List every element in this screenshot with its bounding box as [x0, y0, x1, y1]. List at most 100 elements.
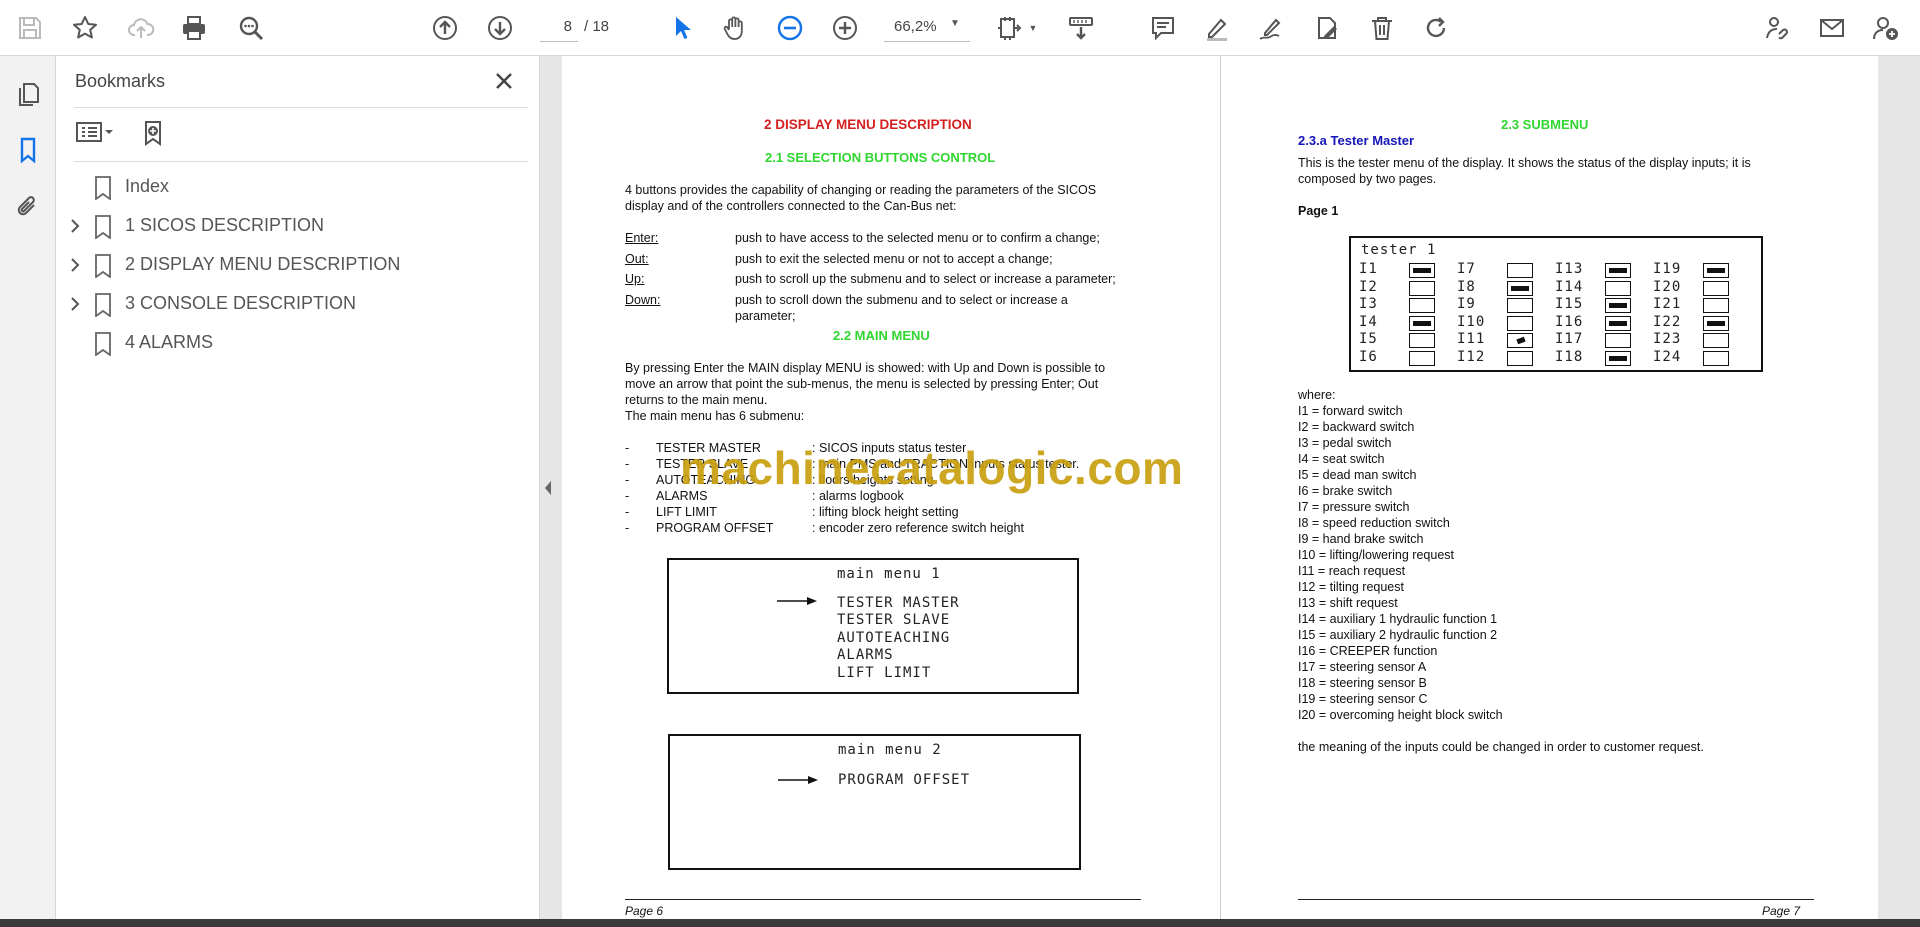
zoom-in-icon[interactable]: [828, 11, 862, 45]
select-cursor-icon[interactable]: [664, 11, 698, 45]
tester-input-label: I16: [1555, 313, 1584, 330]
chevron-right-icon[interactable]: [68, 218, 82, 234]
paragraph-line: move an arrow that point the sub-menus, …: [625, 377, 1099, 391]
list-dash: -: [625, 457, 630, 471]
star-icon[interactable]: [68, 11, 102, 45]
tester-input-state: [1507, 263, 1533, 278]
paragraph-line: display and of the controllers connected…: [625, 199, 957, 213]
hand-tool-icon[interactable]: [718, 11, 752, 45]
email-icon[interactable]: [1815, 11, 1849, 45]
find-icon[interactable]: [234, 11, 268, 45]
input-definition: I12 = tilting request: [1298, 580, 1404, 594]
menu-item: ALARMS: [837, 647, 894, 663]
bookmark-icon: [95, 176, 111, 200]
note-text: the meaning of the inputs could be chang…: [1298, 740, 1704, 754]
list-dash: -: [625, 505, 630, 519]
save-icon[interactable]: [13, 11, 47, 45]
submenu-desc: : encoder zero reference switch height: [812, 521, 1024, 535]
button-key: Out:: [625, 252, 649, 266]
section-heading: 2.3 SUBMENU: [1501, 117, 1589, 132]
button-key: Enter:: [625, 231, 659, 245]
bookmark-item-sicos-description[interactable]: 1 SICOS DESCRIPTION: [56, 210, 540, 242]
bookmark-item-console-description[interactable]: 3 CONSOLE DESCRIPTION: [56, 288, 540, 320]
delete-icon[interactable]: [1365, 11, 1399, 45]
input-definition: I13 = shift request: [1298, 596, 1398, 610]
button-desc-cont: parameter;: [735, 309, 796, 323]
chevron-right-icon[interactable]: [68, 257, 82, 273]
previous-page-icon[interactable]: [428, 11, 462, 45]
page-number-input[interactable]: 8: [540, 12, 578, 42]
main-menu-1-display: main menu 1 TESTER MASTER TESTER SLAVE A…: [667, 558, 1079, 694]
watermark-text: machinecatalogic.com: [680, 442, 1184, 494]
add-user-icon[interactable]: [1869, 11, 1903, 45]
tester-title: tester 1: [1361, 242, 1437, 258]
button-key: Down:: [625, 293, 661, 307]
print-icon[interactable]: [177, 11, 211, 45]
bookmark-item-alarms[interactable]: 4 ALARMS: [56, 327, 540, 359]
attachment-icon[interactable]: [10, 188, 46, 224]
tester-input-label: I14: [1555, 278, 1584, 295]
input-definition: I14 = auxiliary 1 hydraulic function 1: [1298, 612, 1498, 626]
bookmark-label: Index: [125, 176, 170, 196]
input-definition: I17 = steering sensor A: [1298, 660, 1427, 674]
tester-input-label: I8: [1457, 278, 1476, 295]
list-dash: -: [625, 441, 630, 455]
tester-input-label: I7: [1457, 261, 1476, 277]
cloud-upload-icon[interactable]: [124, 11, 158, 45]
redo-icon[interactable]: [1419, 11, 1453, 45]
tester-input-state: [1605, 350, 1631, 366]
page-label: Page 1: [1298, 204, 1339, 218]
input-definition: I10 = lifting/lowering request: [1298, 548, 1454, 562]
bookmark-item-index[interactable]: Index: [56, 171, 540, 203]
bookmark-item-display-menu-description[interactable]: 2 DISPLAY MENU DESCRIPTION: [56, 249, 540, 281]
page-count: / 18: [584, 18, 610, 35]
bookmark-label: 4 ALARMS: [125, 332, 214, 352]
subsection-heading: 2.3.a Tester Master: [1298, 133, 1415, 148]
panel-title: Bookmarks: [75, 71, 166, 91]
input-definition: I2 = backward switch: [1298, 420, 1415, 434]
button-key: Up:: [625, 272, 645, 286]
comment-icon[interactable]: [1146, 11, 1180, 45]
chevron-down-icon[interactable]: ▼: [950, 18, 960, 29]
tester-input-label: I11: [1457, 331, 1486, 347]
paragraph-line: This is the tester menu of the display. …: [1298, 156, 1751, 170]
tester-input-label: I10: [1457, 313, 1486, 330]
scroll-mode-icon[interactable]: [1064, 11, 1098, 45]
page-footer: Page 6: [625, 904, 664, 918]
highlight-icon[interactable]: [1200, 11, 1234, 45]
bookmark-panel-icon[interactable]: [10, 132, 46, 168]
footer-rule: [1298, 899, 1814, 900]
bookmark-icon: [95, 254, 111, 278]
zoom-out-icon[interactable]: [773, 11, 807, 45]
taskbar-strip: [0, 919, 1920, 927]
next-page-icon[interactable]: [483, 11, 517, 45]
tester-input-state: [1507, 280, 1533, 296]
draw-icon[interactable]: [1254, 11, 1288, 45]
paragraph-line: The main menu has 6 submenu:: [625, 409, 805, 423]
bookmark-label: 2 DISPLAY MENU DESCRIPTION: [125, 254, 401, 274]
chevron-down-icon[interactable]: ▼: [1026, 11, 1040, 45]
close-icon[interactable]: [489, 66, 519, 96]
tester-input-state: [1605, 280, 1631, 296]
input-definition: I8 = speed reduction switch: [1298, 516, 1450, 530]
page-thumbnails-icon[interactable]: [10, 76, 46, 112]
tester-input-state: [1605, 315, 1631, 331]
tester-input-state: [1409, 315, 1435, 331]
menu-item: LIFT LIMIT: [837, 665, 932, 681]
bookmark-icon: [95, 215, 111, 239]
bookmark-options-button[interactable]: [74, 116, 122, 148]
share-link-icon[interactable]: [1760, 11, 1794, 45]
chevron-right-icon[interactable]: [68, 296, 82, 312]
tester-input-state: [1409, 280, 1435, 296]
bookmark-label: 3 CONSOLE DESCRIPTION: [125, 293, 357, 313]
paragraph-line: 4 buttons provides the capability of cha…: [625, 183, 1097, 197]
fit-page-icon[interactable]: [993, 11, 1027, 45]
collapse-panel-icon[interactable]: [543, 480, 553, 496]
input-definition: I6 = brake switch: [1298, 484, 1393, 498]
tester-input-label: I20: [1653, 278, 1682, 295]
stamp-icon[interactable]: [1310, 11, 1344, 45]
footer-rule: [625, 899, 1141, 900]
tester-input-state: [1703, 280, 1729, 296]
add-bookmark-icon[interactable]: [136, 116, 170, 150]
input-definition: I3 = pedal switch: [1298, 436, 1392, 450]
